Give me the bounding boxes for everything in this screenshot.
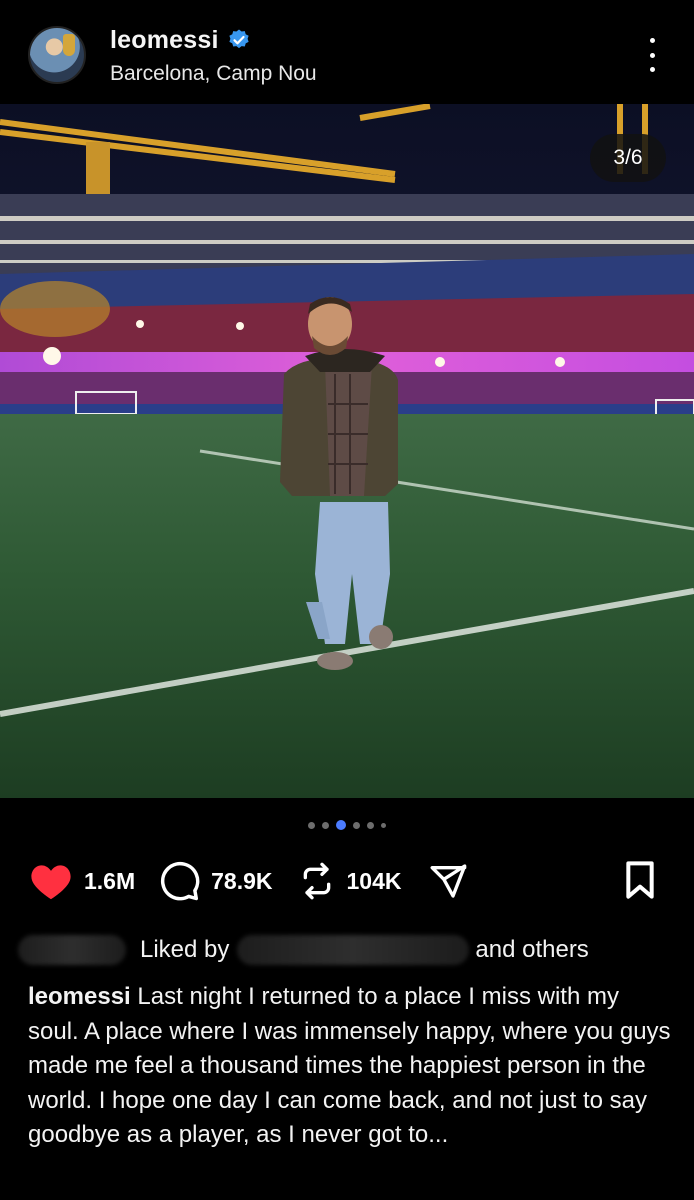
carousel-dot — [367, 821, 374, 829]
repost-button[interactable]: 104K — [297, 861, 402, 901]
avatar[interactable] — [28, 26, 86, 84]
liked-by-suffix: and others — [475, 936, 589, 963]
comment-icon — [161, 861, 200, 901]
carousel-dot — [353, 821, 360, 829]
carousel-indicator — [0, 820, 694, 830]
username[interactable]: leomessi — [110, 26, 219, 55]
action-bar: 1.6M 78.9K 104K — [28, 856, 668, 906]
repost-icon — [303, 862, 330, 900]
redacted-username — [237, 935, 470, 965]
like-button[interactable]: 1.6M — [28, 861, 135, 901]
username-row: leomessi — [110, 24, 251, 56]
carousel-dot-active — [336, 820, 346, 830]
comment-count: 78.9K — [211, 867, 273, 894]
caption-author[interactable]: leomessi — [28, 983, 131, 1010]
bookmark-icon[interactable] — [622, 860, 658, 900]
heart-icon — [31, 865, 71, 900]
trophy-graphic — [63, 34, 75, 56]
verified-badge-icon — [229, 29, 249, 49]
carousel-dot — [381, 822, 386, 828]
like-count: 1.6M — [84, 867, 136, 894]
send-icon — [430, 864, 466, 898]
more-options-icon[interactable] — [640, 38, 664, 72]
post-caption: leomessi Last night I returned to a plac… — [28, 980, 674, 1153]
carousel-dot — [308, 821, 315, 829]
redacted-avatars — [18, 935, 126, 965]
carousel-dot — [322, 821, 329, 829]
share-button[interactable] — [426, 861, 470, 901]
post-header: leomessi Barcelona, Camp Nou — [0, 0, 694, 104]
repost-count: 104K — [346, 867, 402, 894]
liked-by-row[interactable]: Liked by and others — [18, 928, 678, 972]
comment-button[interactable]: 78.9K — [159, 860, 273, 902]
image-counter: 3/6 — [590, 134, 666, 182]
liked-by-prefix: Liked by — [140, 936, 230, 963]
post-image[interactable] — [0, 104, 694, 798]
location-label[interactable]: Barcelona, Camp Nou — [110, 62, 317, 86]
